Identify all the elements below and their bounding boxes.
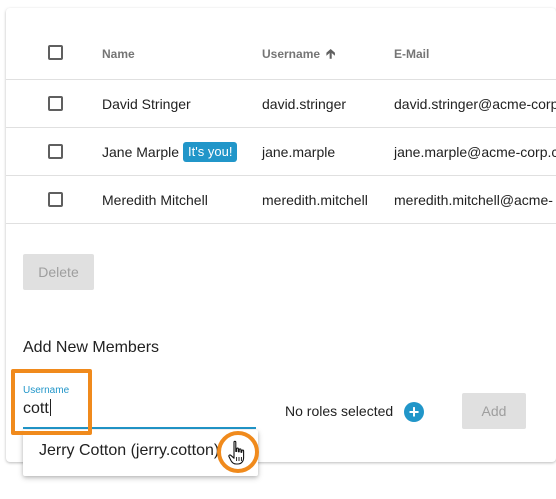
column-header-name[interactable]: Name (102, 28, 135, 80)
member-name: Jane Marple (102, 144, 180, 160)
table-row: Meredith Mitchell meredith.mitchell mere… (6, 176, 556, 224)
hand-pointer-icon (228, 440, 245, 465)
username-highlight-annotation (11, 369, 92, 435)
row-checkbox[interactable] (48, 144, 63, 159)
table-row: Jane Marple It's you! jane.marple jane.ma… (6, 128, 556, 176)
member-email: david.stringer@acme-corp (394, 96, 556, 112)
member-name-cell: Jane Marple It's you! (102, 128, 238, 176)
add-member-button[interactable]: Add (462, 393, 526, 429)
column-header-email[interactable]: E-Mail (394, 28, 429, 80)
roles-status: No roles selected (285, 403, 394, 419)
member-email: meredith.mitchell@acme- (394, 192, 553, 208)
row-checkbox[interactable] (48, 192, 63, 207)
current-user-badge: It's you! (183, 142, 238, 162)
member-name: David Stringer (102, 96, 191, 112)
select-all-checkbox[interactable] (48, 45, 63, 60)
member-username: meredith.mitchell (262, 192, 368, 208)
member-name: Meredith Mitchell (102, 192, 208, 208)
column-header-username-label: Username (262, 47, 321, 61)
member-username: jane.marple (262, 144, 336, 160)
delete-button[interactable]: Delete (23, 254, 94, 290)
arrow-up-icon: 🡱 (326, 46, 336, 61)
plus-circle-icon[interactable]: + (404, 402, 424, 422)
row-checkbox[interactable] (48, 96, 63, 111)
suggestion-item[interactable]: Jerry Cotton (jerry.cotton) (39, 442, 219, 460)
add-members-title: Add New Members (23, 339, 160, 356)
member-email: jane.marple@acme-corp.c (394, 144, 556, 160)
column-header-username[interactable]: Username 🡱 (262, 28, 335, 80)
table-header-row: Name Username 🡱 E-Mail (6, 28, 556, 80)
table-row: David Stringer david.stringer david.stri… (6, 80, 556, 128)
member-username: david.stringer (262, 96, 347, 112)
